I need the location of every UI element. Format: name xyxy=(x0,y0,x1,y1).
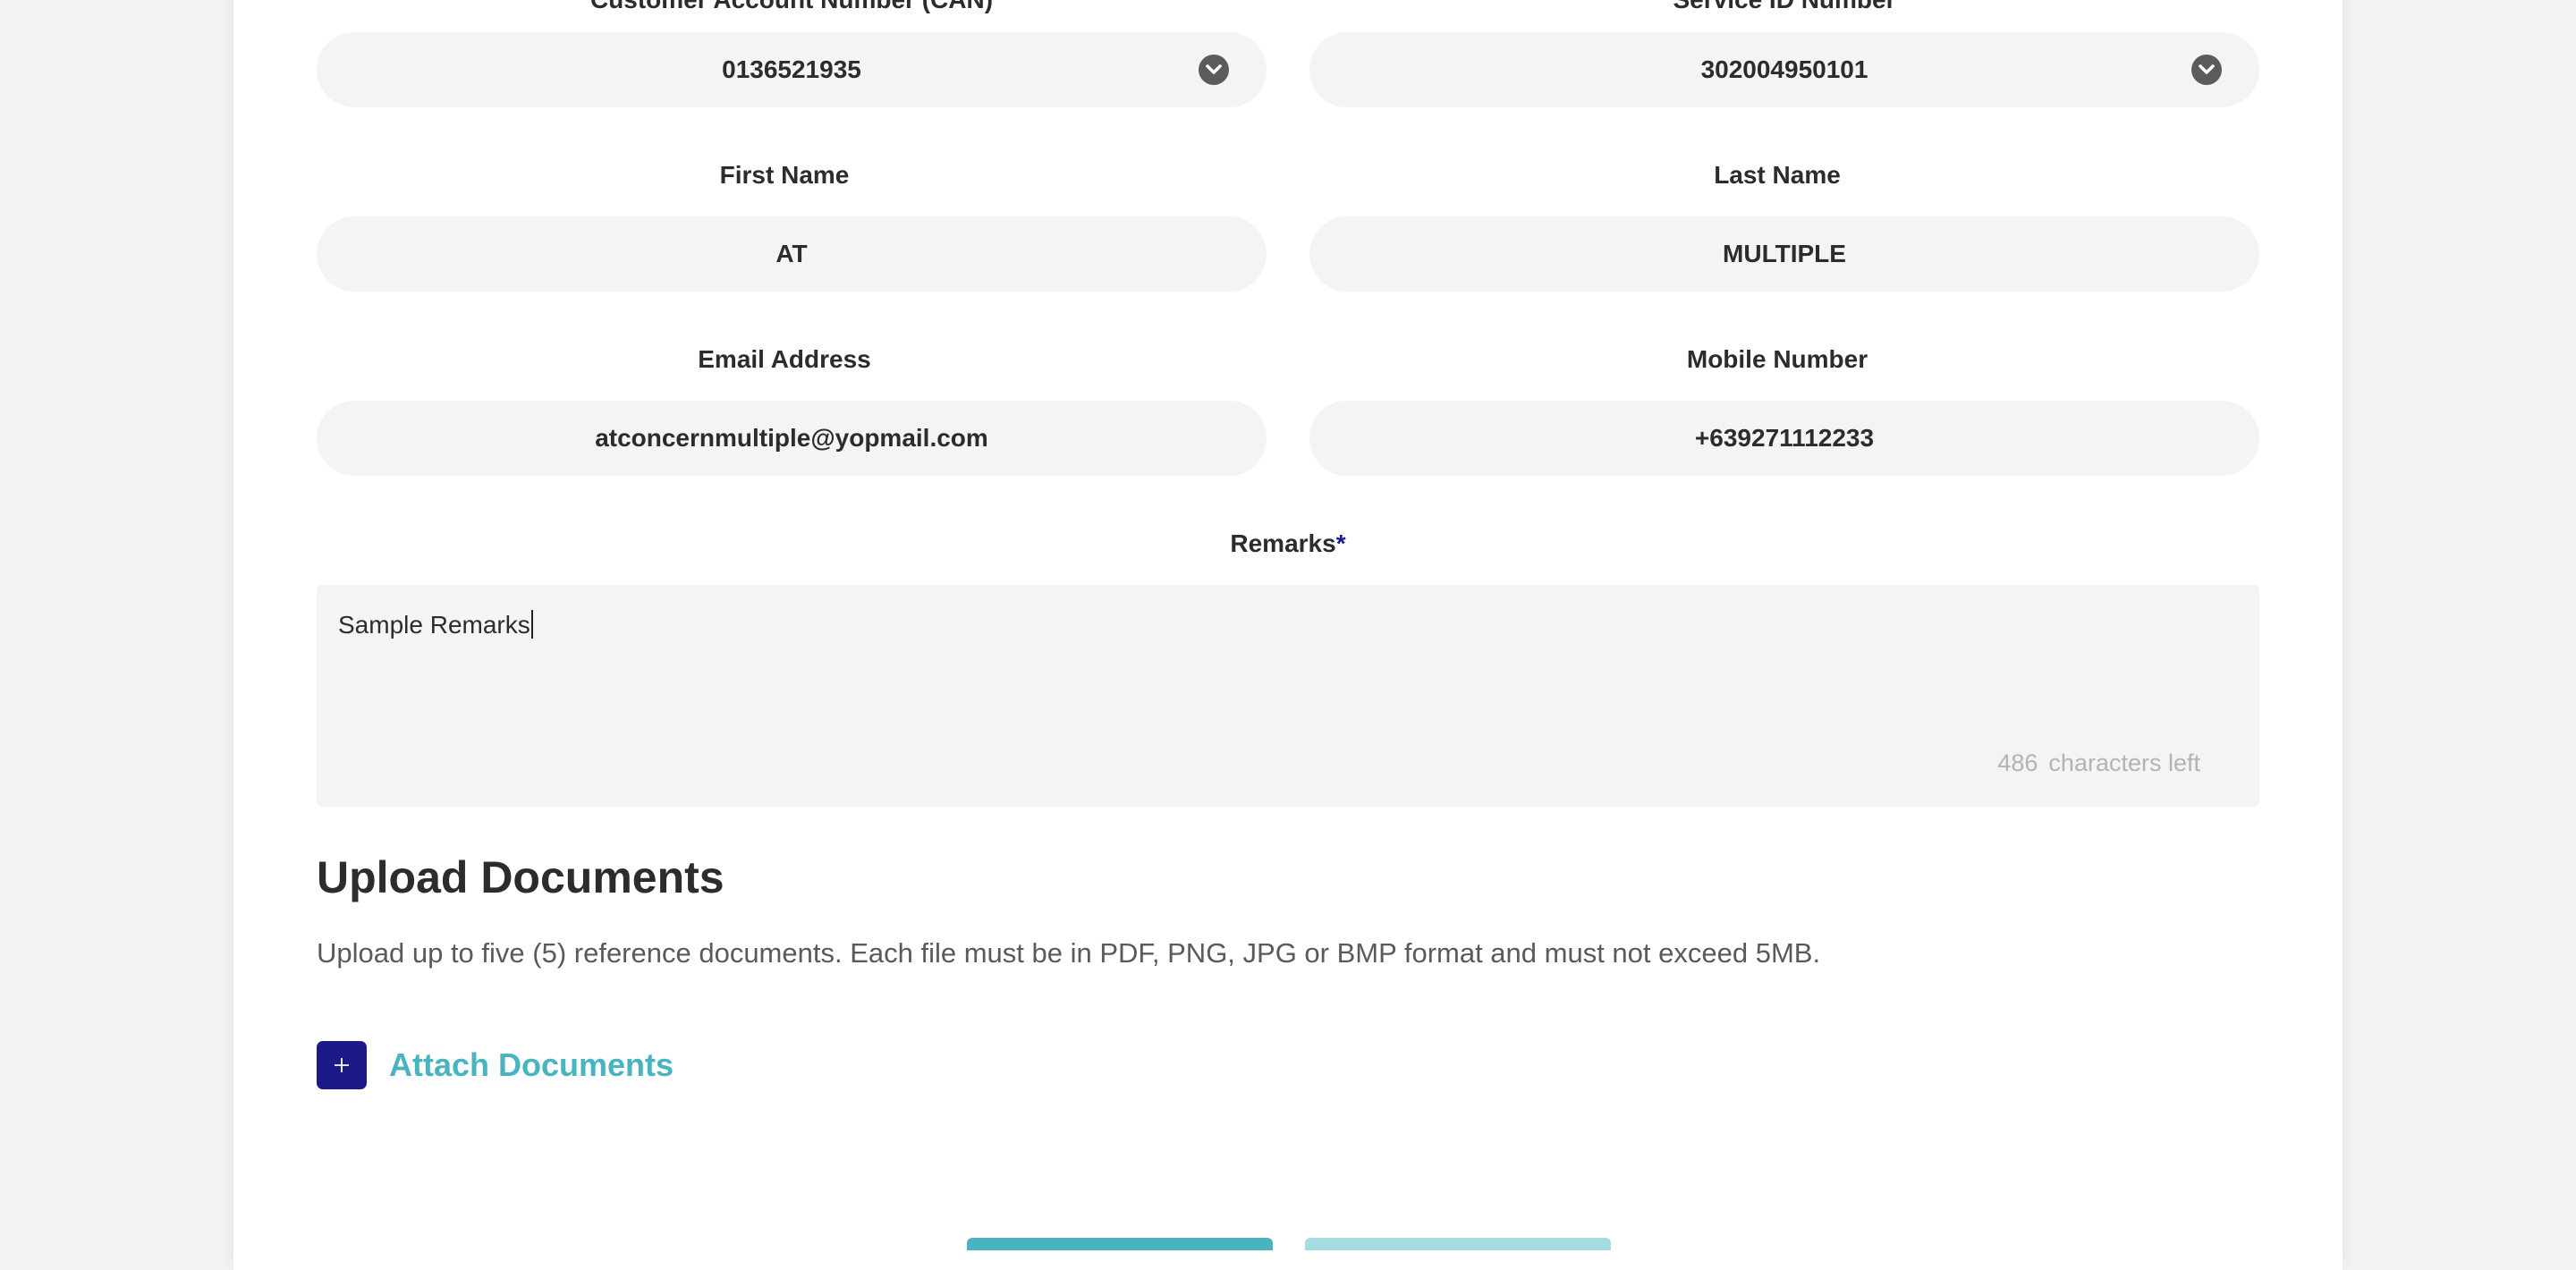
attach-documents-label[interactable]: Attach Documents xyxy=(389,1046,674,1084)
last-name-label: Last Name xyxy=(1714,161,1841,189)
last-name-value: MULTIPLE xyxy=(1723,240,1846,267)
plus-icon[interactable] xyxy=(317,1041,367,1089)
first-name-field[interactable]: AT xyxy=(317,216,1267,292)
last-name-field[interactable]: MULTIPLE xyxy=(1309,216,2259,292)
email-label: Email Address xyxy=(698,345,871,373)
email-value: atconcernmultiple@yopmail.com xyxy=(595,424,988,452)
first-name-value: AT xyxy=(775,240,808,267)
service-id-label: Service ID Number xyxy=(1309,0,2259,14)
submit-button[interactable] xyxy=(967,1238,1273,1250)
service-id-value: 302004950101 xyxy=(1700,55,1868,83)
mobile-value: +639271112233 xyxy=(1694,424,1875,452)
can-dropdown[interactable]: 0136521935 xyxy=(317,32,1267,107)
text-cursor xyxy=(530,610,533,639)
characters-left-count: 486 xyxy=(1997,749,2038,776)
can-label: Customer Account Number (CAN) xyxy=(317,0,1267,14)
mobile-field[interactable]: +639271112233 xyxy=(1309,401,2259,476)
service-id-dropdown[interactable]: 302004950101 xyxy=(1309,32,2259,107)
can-value: 0136521935 xyxy=(722,55,861,83)
chevron-down-icon[interactable] xyxy=(2191,55,2222,85)
characters-left-text: characters left xyxy=(2048,749,2200,776)
first-name-label: First Name xyxy=(719,161,850,189)
secondary-button[interactable] xyxy=(1305,1238,1611,1250)
upload-documents-description: Upload up to five (5) reference document… xyxy=(317,937,1821,969)
remarks-label-text: Remarks xyxy=(1230,529,1336,557)
upload-documents-heading: Upload Documents xyxy=(317,852,724,902)
attach-documents-button[interactable]: Attach Documents xyxy=(317,1041,674,1089)
email-field[interactable]: atconcernmultiple@yopmail.com xyxy=(317,401,1267,476)
remarks-label: Remarks* xyxy=(317,529,2259,558)
required-mark: * xyxy=(1335,529,1346,557)
mobile-label: Mobile Number xyxy=(1686,345,1868,373)
characters-left-counter: 486 characters left xyxy=(1997,749,2200,777)
chevron-down-icon[interactable] xyxy=(1199,55,1229,85)
remarks-value: Sample Remarks xyxy=(338,611,530,639)
remarks-textarea[interactable]: Sample Remarks 486 characters left xyxy=(317,585,2259,807)
